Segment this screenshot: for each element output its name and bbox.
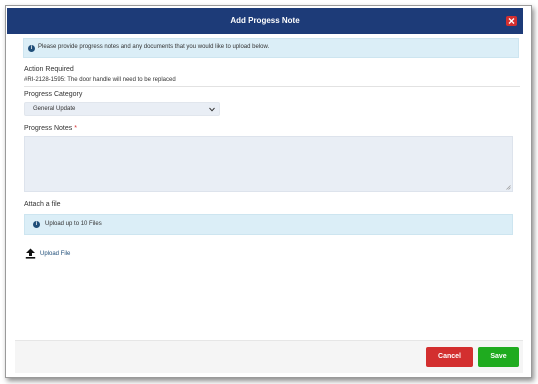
action-required-label: Action Required <box>24 66 74 73</box>
upload-limit-banner: i Upload up to 10 Files <box>24 214 513 235</box>
info-icon: i <box>33 221 40 228</box>
attach-file-label: Attach a file <box>24 201 61 208</box>
close-icon <box>508 18 515 24</box>
required-marker: * <box>74 125 77 132</box>
resize-handle-icon[interactable] <box>506 185 511 190</box>
divider <box>24 86 520 87</box>
progress-notes-textarea[interactable] <box>24 136 513 192</box>
close-button[interactable] <box>506 16 517 26</box>
chevron-down-icon <box>209 107 215 112</box>
upload-icon <box>25 248 36 259</box>
upload-file-label: Upload File <box>40 251 71 257</box>
progress-notes-label-text: Progress Notes <box>24 125 73 132</box>
upload-limit-text: Upload up to 10 Files <box>45 221 102 227</box>
save-button[interactable]: Save <box>478 347 519 367</box>
upload-file-link[interactable]: Upload File <box>25 248 85 260</box>
action-required-value: #RI-2128-1595: The door handle will need… <box>24 77 176 83</box>
dialog-title: Add Progess Note <box>230 16 300 25</box>
dialog-body: i Please provide progress notes and any … <box>15 34 523 340</box>
dialog-footer: Cancel Save <box>15 340 523 373</box>
progress-category-select[interactable]: General Update <box>24 102 220 116</box>
progress-category-label: Progress Category <box>24 91 83 98</box>
info-banner-text: Please provide progress notes and any do… <box>38 44 270 50</box>
info-icon: i <box>28 45 35 52</box>
info-banner: i Please provide progress notes and any … <box>23 38 519 58</box>
progress-notes-label: Progress Notes * <box>24 125 77 132</box>
progress-category-value: General Update <box>33 106 76 112</box>
dialog-titlebar: Add Progess Note <box>7 8 523 34</box>
cancel-button[interactable]: Cancel <box>426 347 473 367</box>
